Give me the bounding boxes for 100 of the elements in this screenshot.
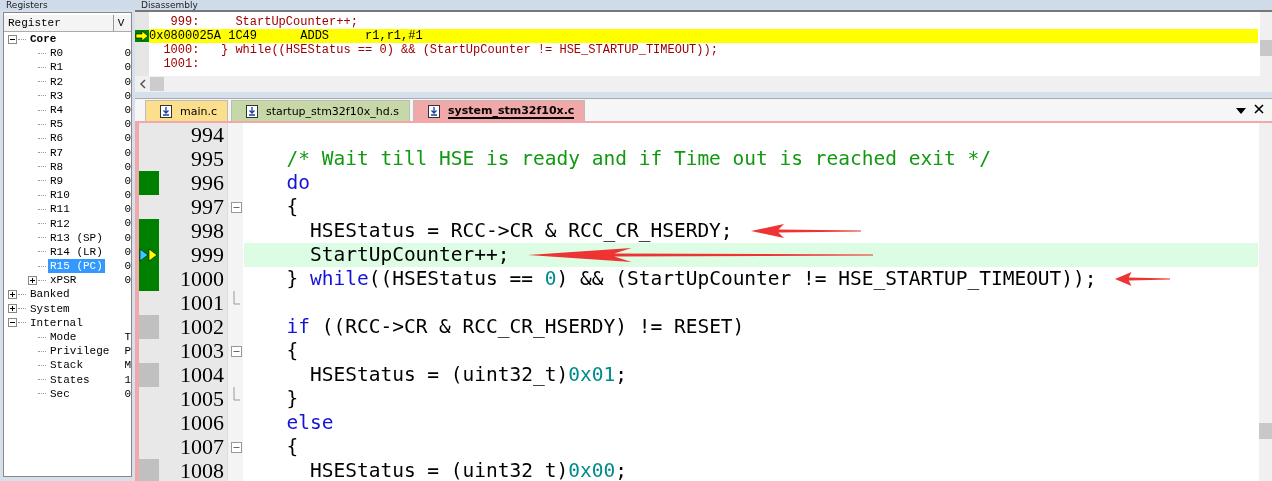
register-name[interactable]: R1 [48,60,66,75]
code-line: /* Wait till HSE is ready and if Time out is reached exit */ [285,147,992,171]
register-value: 0 [124,102,131,118]
file-icon [427,104,440,118]
register-name[interactable]: R12 [48,216,72,231]
register-name[interactable]: R3 [48,88,66,103]
panel-title: Registers [0,0,135,10]
register-value: 0 [124,145,131,160]
register-name[interactable]: R14 (LR) [48,244,105,259]
register-value: 0 [124,259,131,274]
register-name[interactable]: xPSR [48,273,79,288]
fold-end-mark [232,291,240,305]
register-name[interactable]: R10 [48,188,72,203]
panel-title: Disassembly [135,0,1272,10]
line-number: 1001 [179,291,225,315]
register-value: 0 [124,60,131,75]
code-line: } while((HSEStatus == 0) && (StartUpCounter != HSE_STARTUP_TIMEOUT)); [285,267,1098,291]
register-value: 0 [124,244,131,259]
expand-icon[interactable] [8,304,17,314]
scroll-thumb[interactable] [150,77,164,91]
register-name[interactable]: Core [28,32,59,47]
register-value: 0 [124,117,131,132]
dropdown-icon[interactable] [1236,108,1246,114]
register-name[interactable]: States [48,372,92,387]
vertical-scrollbar[interactable] [1260,12,1272,76]
file-icon [160,104,172,118]
code-line: HSEStatus = (uint32_t)0x00; [308,459,628,481]
disassembly-line: 1001: [162,57,201,71]
line-number: 1006 [179,411,225,435]
current-line-arrow-icon [135,30,149,42]
register-value: 0 [124,173,131,189]
register-value: 0 [124,46,131,61]
code-line: else [285,411,335,435]
current-line-arrow-icon [139,248,159,262]
code-line: if ((RCC->CR & RCC_CR_HSERDY) != RESET) [285,315,746,339]
register-value: 0 [124,216,131,231]
register-name[interactable]: R4 [48,103,66,118]
register-name[interactable]: R13 (SP) [48,230,105,245]
line-number: 1005 [179,387,225,411]
line-number: 1007 [179,435,225,459]
code-line: { [285,435,300,459]
register-name[interactable]: R0 [48,46,66,61]
scroll-left-icon[interactable] [139,79,146,89]
register-value: 0 [124,230,131,245]
collapse-icon[interactable] [8,318,17,328]
register-value: P [124,344,131,359]
register-value: 0 [124,74,131,89]
register-name[interactable]: R11 [48,202,72,217]
collapse-icon[interactable] [8,34,17,44]
disassembly-line: 1000: } while((HSEStatus == 0) && (StartUpCounter != HSE_STARTUP_TIMEOUT)); [162,43,719,57]
line-number: 1008 [179,459,225,481]
register-name[interactable]: R8 [48,159,66,174]
close-icon[interactable] [1254,104,1264,114]
register-name[interactable]: System [28,301,72,316]
code-line: do [285,171,311,195]
register-name[interactable]: Stack [48,358,85,373]
file-tab[interactable]: startup_stm32f10x_hd.s [231,100,410,121]
line-number: 997 [190,195,225,219]
expand-icon[interactable] [8,289,17,299]
expand-icon[interactable] [28,275,37,285]
line-number: 998 [190,219,225,243]
code-line: HSEStatus = (uint32_t)0x01; [308,363,628,387]
register-name[interactable]: Sec [48,386,72,401]
column-header[interactable]: Register [4,15,114,31]
register-value: 0 [124,131,131,146]
vertical-scrollbar[interactable] [1259,123,1272,481]
code-line: } [285,387,300,411]
register-name[interactable]: R7 [48,145,66,160]
register-value: 0 [124,273,131,288]
register-value: 1 [124,372,131,387]
register-value: 0 [124,188,131,203]
file-tab[interactable]: system_stm32f10x.c [412,100,586,121]
register-value: 0 [124,386,131,401]
fold-end-mark [232,387,240,401]
register-name[interactable]: R2 [48,74,66,89]
line-number: 999 [190,243,225,267]
register-value: T [124,329,131,345]
line-number: 1002 [179,315,225,339]
register-name[interactable]: Privilege [48,344,112,359]
register-value: 0 [124,202,131,217]
register-name[interactable]: Banked [28,287,72,302]
file-icon [246,104,259,118]
register-name[interactable]: Mode [48,330,79,345]
code-line: { [285,195,300,219]
register-name[interactable]: R5 [48,117,66,132]
register-name[interactable]: R9 [48,173,66,188]
register-value: 0 [124,88,131,103]
line-number: 1000 [179,267,225,291]
register-name[interactable]: Internal [28,315,85,330]
code-line: HSEStatus = RCC->CR & RCC_CR_HSERDY; [308,219,734,243]
code-line: { [285,339,300,363]
line-number: 995 [190,147,225,171]
file-tab[interactable]: main.c [145,100,229,121]
line-number: 994 [190,123,225,147]
register-value: 0 [124,159,131,174]
line-number: 996 [190,171,225,195]
register-value: M [124,358,131,373]
register-name[interactable]: R6 [48,131,66,146]
disassembly-line: 999: StartUpCounter++; [169,15,359,29]
line-number: 1004 [179,363,225,387]
